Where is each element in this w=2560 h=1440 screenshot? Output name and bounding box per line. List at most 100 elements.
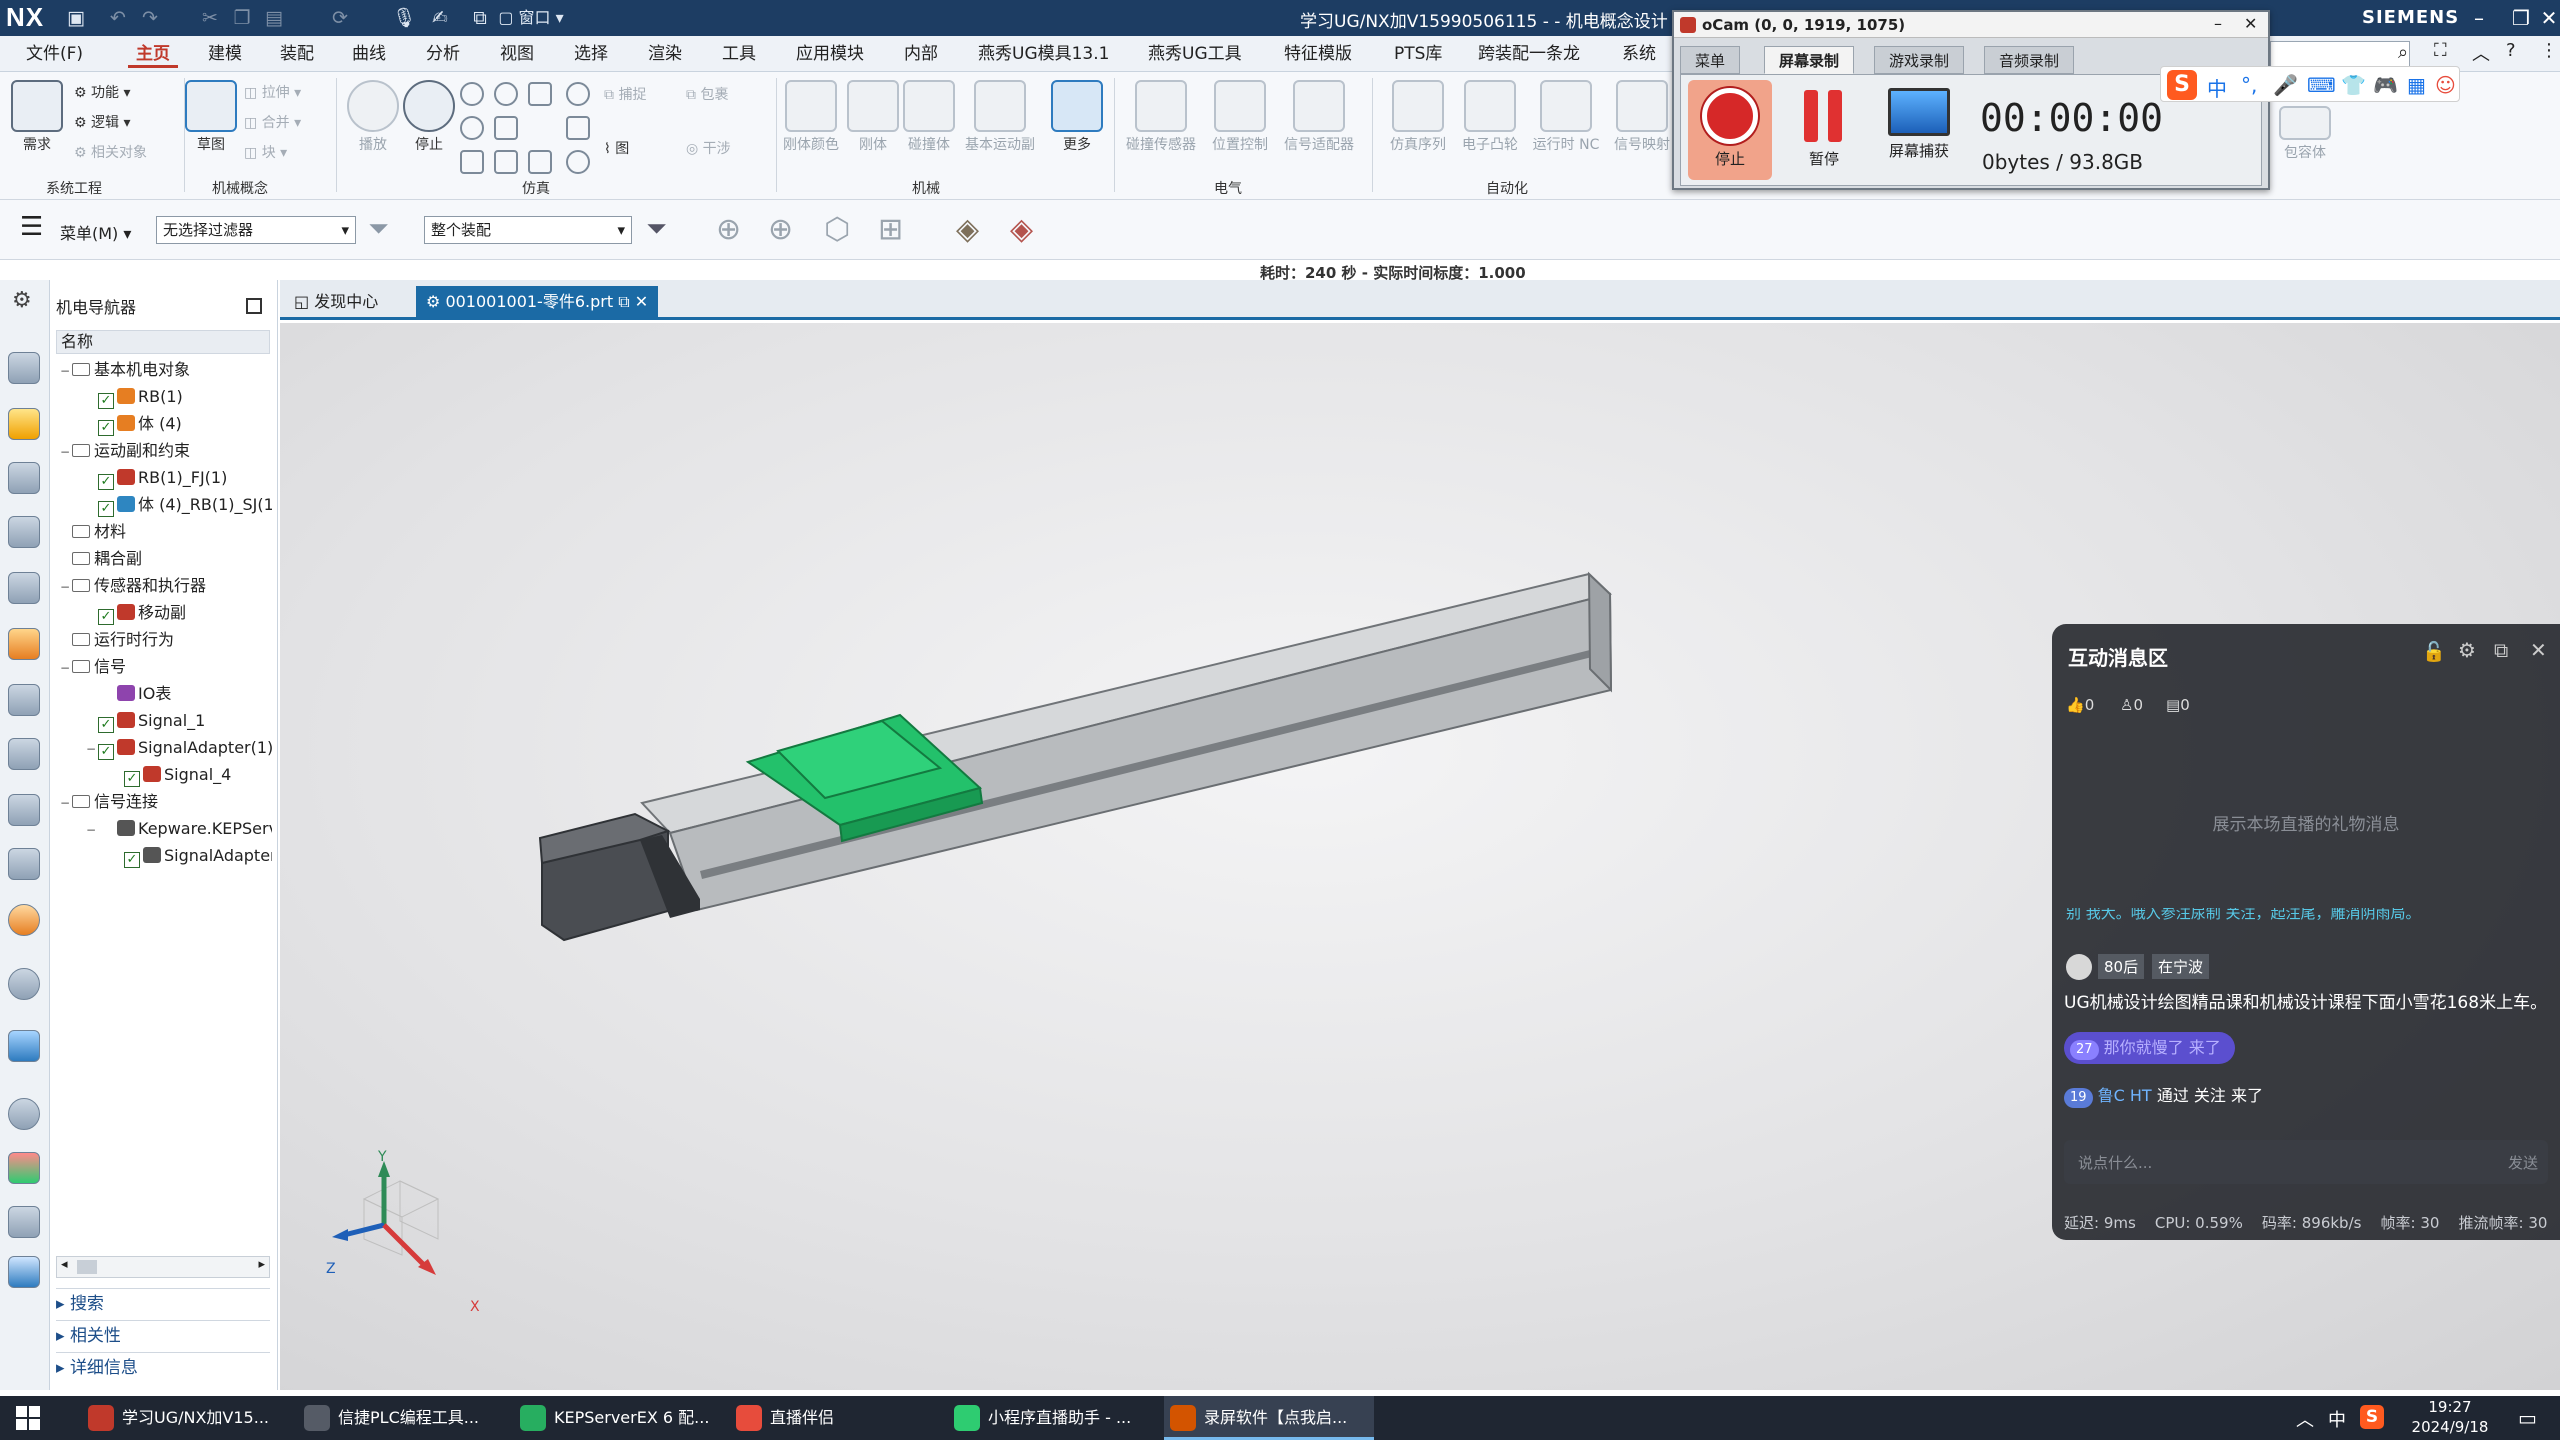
ocam-tab-screen-record[interactable]: 屏幕录制 — [1764, 46, 1855, 74]
general-filter-icon[interactable]: ⏷ — [646, 214, 667, 245]
collision-body-button[interactable]: 碰撞体 — [894, 80, 964, 154]
tab-analysis[interactable]: 分析 — [418, 40, 468, 68]
section-details[interactable]: ▸ 详细信息 — [56, 1352, 270, 1382]
settings-gear-icon[interactable]: ⚙ — [12, 288, 32, 313]
gear-icon[interactable] — [460, 150, 484, 174]
tree-row[interactable]: IO表 — [58, 680, 272, 707]
type-filter-select[interactable]: 无选择过滤器 ▾ — [156, 216, 356, 244]
clock-time[interactable]: 19:27 — [2400, 1398, 2500, 1416]
run-nc-button[interactable]: 运行时 NC — [1524, 80, 1608, 154]
pin-icon[interactable]: ⧉ — [2494, 638, 2508, 662]
tree-row[interactable]: ✓ SignalAdapter — [58, 842, 272, 869]
collapse-toggle-icon[interactable]: − — [58, 439, 72, 464]
microphone-icon[interactable]: 🎙 — [390, 4, 418, 32]
visibility-checkbox[interactable]: ✓ — [98, 474, 114, 490]
tab-feature-template[interactable]: 特征模版 — [1276, 40, 1360, 68]
tree-row[interactable]: ✓ Signal_1 — [58, 707, 272, 734]
collapse-toggle-icon[interactable]: − — [58, 790, 72, 815]
feature-icon[interactable] — [8, 794, 40, 826]
command-search-input[interactable] — [2270, 41, 2410, 67]
tree-row[interactable]: ✓ RB(1) — [58, 383, 272, 410]
visibility-checkbox[interactable]: ✓ — [98, 393, 114, 409]
menu-hamburger-icon[interactable]: ☰ — [20, 214, 43, 240]
inspect-icon[interactable] — [528, 150, 552, 174]
scroll-thumb[interactable] — [77, 1260, 97, 1274]
tray-lang[interactable]: 中 — [2328, 1406, 2346, 1432]
history-icon[interactable] — [8, 904, 40, 936]
mechatronics-navigator-icon[interactable] — [8, 352, 40, 384]
tree-row[interactable]: ✓ 体 (4)_RB(1)_SJ(1) — [58, 491, 272, 518]
merge-button[interactable]: ◫ 合并 ▾ — [244, 112, 301, 132]
sketch-button[interactable]: 草图 — [176, 80, 246, 154]
window-menu[interactable]: ▢ 窗口 ▾ — [496, 4, 566, 32]
basic-motion-button[interactable]: 基本运动副 — [960, 80, 1040, 154]
tree-row[interactable]: ✓ Signal_4 — [58, 761, 272, 788]
record-icon[interactable] — [566, 82, 590, 106]
tab-curve[interactable]: 曲线 — [344, 40, 394, 68]
tab-select[interactable]: 选择 — [566, 40, 616, 68]
zoom-icon[interactable] — [528, 82, 552, 106]
function-button[interactable]: ⚙ 功能 ▾ — [74, 82, 131, 102]
step-forward-icon[interactable] — [494, 82, 518, 106]
web-browser-icon[interactable] — [8, 1030, 40, 1062]
ocam-minimize-icon[interactable]: – — [2214, 14, 2222, 33]
role-icon[interactable] — [8, 1256, 40, 1288]
section-dependencies[interactable]: ▸ 相关性 — [56, 1320, 270, 1350]
visibility-checkbox[interactable]: ✓ — [98, 501, 114, 517]
ocam-capture-button[interactable]: 屏幕捕获 — [1874, 80, 1964, 180]
windows-start-icon[interactable] — [16, 1406, 40, 1430]
ocam-close-icon[interactable]: ✕ — [2244, 14, 2257, 33]
tree-row[interactable]: − 传感器和执行器 — [58, 572, 272, 599]
e-cam-button[interactable]: 电子凸轮 — [1452, 80, 1528, 154]
search-icon[interactable]: ⌕ — [2398, 42, 2408, 63]
clock-date[interactable]: 2024/9/18 — [2400, 1418, 2500, 1436]
logic-button[interactable]: ⚙ 逻辑 ▾ — [74, 112, 131, 132]
collapse-toggle-icon[interactable]: − — [58, 574, 72, 599]
diagram-button[interactable]: ⌇ 图 — [604, 138, 629, 158]
container-button[interactable]: 包容体 — [2270, 106, 2340, 162]
palette-icon[interactable] — [8, 1152, 40, 1184]
ocam-tab-game-record[interactable]: 游戏录制 — [1874, 46, 1965, 74]
stretch-button[interactable]: ◫ 拉伸 ▾ — [244, 82, 301, 102]
close-icon[interactable]: ✕ — [2530, 638, 2547, 662]
tools-icon[interactable] — [8, 1206, 40, 1238]
ocam-stop-button[interactable]: 停止 — [1688, 80, 1772, 180]
tree-row[interactable]: − 基本机电对象 — [58, 356, 272, 383]
sequence-editor-icon[interactable] — [8, 516, 40, 548]
tree-row[interactable]: 材料 — [58, 518, 272, 545]
position-control-button[interactable]: 位置控制 — [1200, 80, 1280, 154]
material-icon[interactable] — [8, 848, 40, 880]
tab-assembly[interactable]: 装配 — [272, 40, 322, 68]
navigator-column-header[interactable]: 名称 — [56, 330, 270, 354]
gear-icon[interactable]: ⚙ — [2458, 638, 2476, 662]
view-cube-icon[interactable]: ◈ — [956, 212, 979, 247]
sogou-icon[interactable]: S — [2167, 70, 2197, 100]
part-navigator-icon[interactable] — [8, 572, 40, 604]
capture-button[interactable]: ⧉ 捕捉 — [604, 84, 646, 104]
taskbar-item[interactable]: 学习UG/NX加V15... — [82, 1396, 292, 1440]
sim-sequence-button[interactable]: 仿真序列 — [1378, 80, 1458, 154]
taskbar-item[interactable]: 直播伴侣 — [730, 1396, 940, 1440]
chat-input[interactable]: 说点什么... 发送 — [2064, 1140, 2548, 1184]
pause-sim-icon[interactable] — [460, 116, 484, 140]
help-icon[interactable]: ? — [2506, 40, 2516, 61]
tree-row[interactable]: − 信号 — [58, 653, 272, 680]
taskbar-item[interactable]: 小程序直播助手 - ... — [948, 1396, 1158, 1440]
voice-icon[interactable]: 🎤 — [2273, 73, 2298, 97]
window-switch-icon[interactable]: ⧉ — [466, 4, 494, 32]
collision-sensor-button[interactable]: 碰撞传感器 — [1120, 80, 1202, 154]
close-icon[interactable]: ✕ — [2538, 2, 2560, 34]
ocam-tab-menu[interactable]: 菜单 — [1680, 46, 1741, 74]
visibility-checkbox[interactable]: ✓ — [98, 609, 114, 625]
simulate-icon[interactable] — [566, 150, 590, 174]
pack-button[interactable]: ⧉ 包裹 — [686, 84, 728, 104]
section-cube-icon[interactable]: ◈ — [1010, 212, 1033, 247]
paste-icon[interactable]: ▤ — [260, 4, 288, 32]
tab-yanxiu-mold[interactable]: 燕秀UG模具13.1 — [970, 40, 1117, 68]
avatar[interactable] — [2066, 954, 2092, 980]
cut-icon[interactable]: ✂ — [196, 4, 224, 32]
keyboard-icon[interactable]: ⌨ — [2307, 73, 2336, 97]
selection-scope-select[interactable]: 整个装配 ▾ — [424, 216, 632, 244]
tree-row[interactable]: − ✓ SignalAdapter(1) — [58, 734, 272, 761]
ocam-pause-button[interactable]: 暂停 — [1782, 80, 1866, 180]
